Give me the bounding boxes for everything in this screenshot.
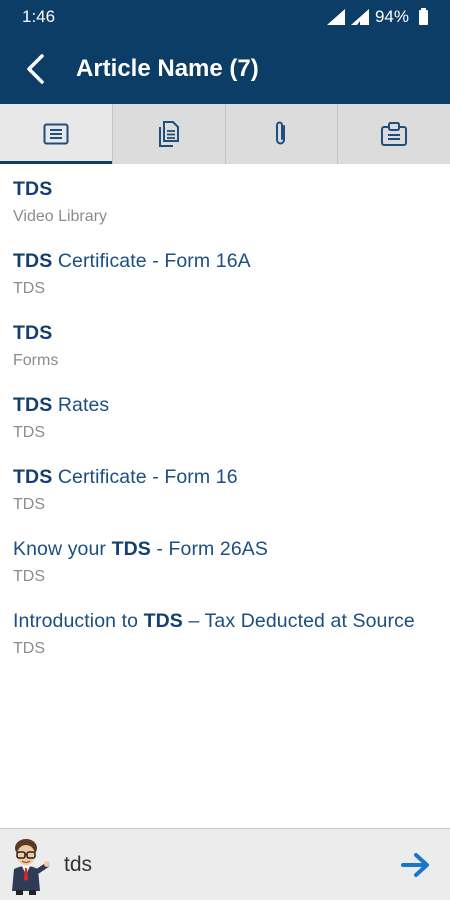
list-item[interactable]: Know your TDS - Form 26AS TDS bbox=[0, 524, 450, 589]
back-chevron-icon bbox=[27, 54, 44, 84]
status-time: 1:46 bbox=[22, 7, 56, 26]
result-source: TDS bbox=[13, 496, 45, 513]
article-list-icon bbox=[43, 123, 69, 145]
battery-icon bbox=[419, 7, 428, 25]
results-list: TDS Video Library TDS Certificate - Form… bbox=[0, 164, 450, 668]
result-title: TDS Certificate - Form 16 bbox=[13, 466, 238, 488]
signal-icon bbox=[326, 9, 345, 25]
result-source: Forms bbox=[13, 352, 59, 369]
tab-articles[interactable] bbox=[0, 104, 113, 164]
result-source: TDS bbox=[13, 424, 45, 441]
list-item[interactable]: TDS Certificate - Form 16 TDS bbox=[0, 452, 450, 517]
result-source: TDS bbox=[13, 640, 45, 657]
assistant-avatar-icon bbox=[12, 838, 50, 895]
result-title: Introduction to TDS – Tax Deducted at So… bbox=[13, 610, 415, 632]
list-item[interactable]: TDS Forms bbox=[0, 308, 450, 373]
result-source: TDS bbox=[13, 280, 45, 297]
back-button[interactable] bbox=[0, 34, 70, 104]
result-title: TDS bbox=[13, 178, 53, 200]
app-bar: Article Name (7) bbox=[0, 34, 450, 104]
chat-bar bbox=[0, 828, 450, 900]
documents-icon bbox=[158, 121, 179, 147]
list-item[interactable]: TDS Certificate - Form 16A TDS bbox=[0, 236, 450, 301]
send-button[interactable] bbox=[392, 841, 440, 889]
list-item[interactable]: TDS Rates TDS bbox=[0, 380, 450, 445]
result-source: TDS bbox=[13, 568, 45, 585]
result-title: TDS Certificate - Form 16A bbox=[13, 250, 251, 272]
result-title: TDS bbox=[13, 322, 53, 344]
result-source: Video Library bbox=[13, 208, 107, 225]
result-title: TDS Rates bbox=[13, 394, 110, 416]
query-input[interactable] bbox=[64, 842, 392, 887]
tab-documents[interactable] bbox=[113, 104, 226, 164]
send-arrow-icon bbox=[401, 852, 429, 877]
signal-icon bbox=[350, 9, 369, 25]
result-title: Know your TDS - Form 26AS bbox=[13, 538, 269, 560]
tab-attachments[interactable] bbox=[226, 104, 339, 164]
tab-bar bbox=[0, 104, 450, 164]
clipboard-card-icon bbox=[381, 122, 408, 146]
status-icons: 94% bbox=[326, 7, 428, 27]
list-item[interactable]: Introduction to TDS – Tax Deducted at So… bbox=[0, 596, 450, 661]
page-title: Article Name (7) bbox=[76, 55, 259, 82]
attachment-icon bbox=[276, 121, 286, 145]
status-bar: 1:46 94% bbox=[0, 0, 450, 34]
list-item[interactable]: TDS Video Library bbox=[0, 164, 450, 229]
tab-notes[interactable] bbox=[338, 104, 450, 164]
battery-percent: 94% bbox=[374, 7, 409, 26]
